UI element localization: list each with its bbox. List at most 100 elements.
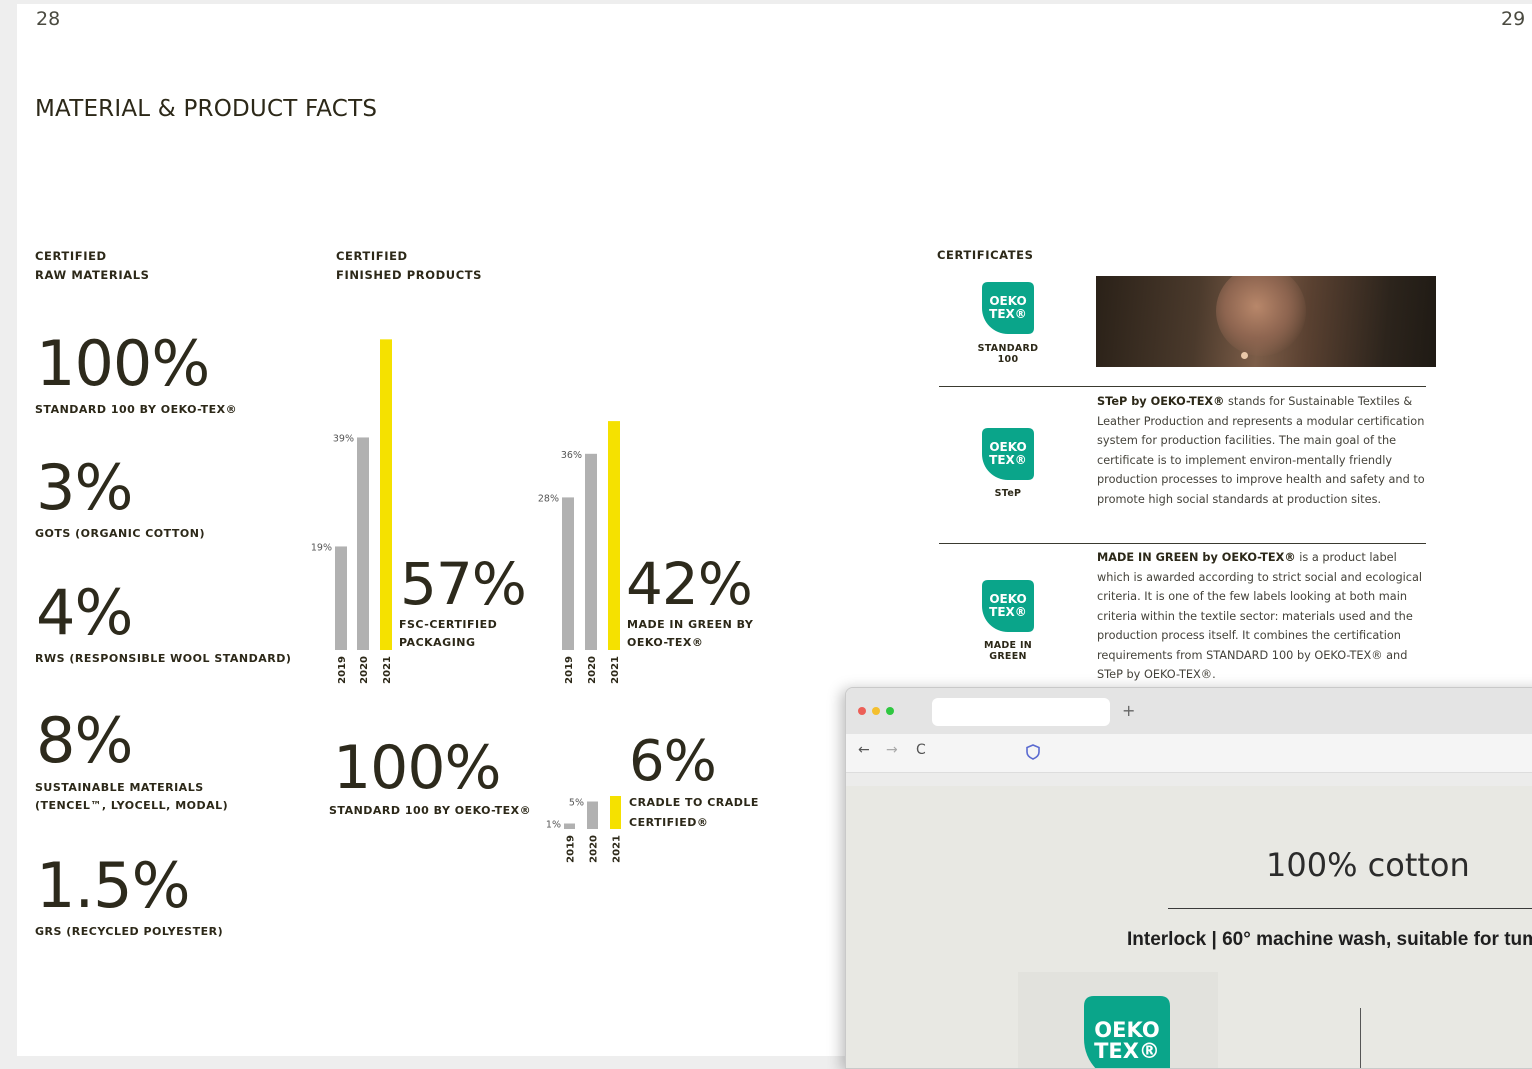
badge-text-tex: TEX®: [989, 453, 1027, 467]
cradle-to-cradle-chart: 1% 2019 5% 2020 2021: [546, 796, 623, 863]
browser-nav-bar: ← → C: [846, 734, 1532, 773]
raw-fact-3-label: RWS (RESPONSIBLE WOOL STANDARD): [35, 650, 291, 668]
page-number-left: 28: [36, 8, 61, 30]
bar-value-label: 5%: [569, 798, 584, 809]
mig-caption-line-2: GREEN: [989, 651, 1027, 662]
product-divider: [1360, 1008, 1361, 1068]
made-in-green-value: 42%: [626, 550, 753, 618]
c2c-label-line-1: CRADLE TO CRADLE: [629, 796, 759, 809]
bar-value-label: 1%: [546, 820, 561, 831]
product-badge-text-tex: TEX®: [1094, 1039, 1160, 1063]
fsc-label-line-2: PACKAGING: [399, 636, 476, 649]
cradle-to-cradle-label: CRADLE TO CRADLE CERTIFIED®: [629, 793, 759, 833]
oeko-tex-logo: OEKO TEX®: [1084, 996, 1170, 1068]
year-tick-label: 2020: [587, 656, 598, 684]
finished-heading-line-2: FINISHED PRODUCTS: [336, 268, 483, 282]
mig-label-line-1: MADE IN GREEN BY: [627, 618, 754, 631]
mig-text: is a product label which is awarded acco…: [1097, 551, 1423, 681]
close-window-button[interactable]: [858, 707, 866, 715]
bar-value-label: 28%: [538, 493, 559, 504]
ear-with-earring-photo: [1096, 276, 1436, 367]
certificates-heading: CERTIFICATES: [937, 248, 1034, 262]
std100-caption-line-1: STANDARD: [977, 343, 1039, 354]
mig-caption-line-1: MADE IN: [983, 640, 1033, 651]
bar-2019: [562, 497, 574, 650]
year-tick-label: 2019: [564, 656, 575, 684]
c2c-label-line-2: CERTIFIED®: [629, 816, 709, 829]
step-caption-line: STeP: [994, 488, 1022, 499]
step-description: STeP by OEKO-TEX® stands for Sustainable…: [1097, 392, 1429, 509]
oeko-tex-step-logo: OEKO TEX®: [982, 428, 1034, 480]
step-caption: STeP: [967, 488, 1049, 499]
year-tick-label: 2019: [337, 656, 348, 684]
raw-fact-5-label-line: GRS (RECYCLED POLYESTER): [35, 925, 224, 938]
certificate-divider-1: [939, 386, 1426, 387]
step-name: STeP by OEKO-TEX®: [1097, 395, 1225, 408]
bar-2019: [564, 823, 575, 829]
mig-label-line-2: OEKO-TEX®: [627, 636, 704, 649]
maximize-window-button[interactable]: [886, 707, 894, 715]
made-in-green-chart: 28% 2019 36% 2020 2021: [538, 421, 621, 684]
made-in-green-caption: MADE IN GREEN: [967, 640, 1049, 662]
minimize-window-button[interactable]: [872, 707, 880, 715]
badge-text-oeko: OEKO: [989, 294, 1026, 308]
bar-value-label: 39%: [333, 433, 354, 444]
year-tick-label: 2021: [610, 656, 621, 684]
bar-2021: [608, 421, 620, 650]
page-number-right: 29: [1501, 8, 1526, 30]
back-arrow-icon[interactable]: ←: [858, 742, 870, 758]
raw-fact-4-label: SUSTAINABLE MATERIALS (TENCEL™, LYOCELL,…: [35, 779, 228, 815]
raw-fact-2-label-line: GOTS (ORGANIC COTTON): [35, 527, 205, 540]
browser-tab[interactable]: [932, 698, 1110, 726]
raw-fact-3-label-line: RWS (RESPONSIBLE WOOL STANDARD): [35, 652, 292, 665]
raw-fact-4-label-line-1: SUSTAINABLE MATERIALS: [35, 781, 204, 794]
year-tick-label: 2020: [589, 835, 600, 863]
year-tick-label: 2021: [382, 656, 393, 684]
made-in-green-description: MADE IN GREEN by OEKO-TEX® is a product …: [1097, 548, 1429, 685]
product-heading-rule: [1168, 908, 1532, 909]
made-in-green-label: MADE IN GREEN BY OEKO-TEX®: [627, 616, 753, 652]
badge-text-oeko: OEKO: [989, 592, 1026, 606]
badge-text-tex: TEX®: [989, 307, 1027, 321]
year-tick-label: 2019: [566, 835, 577, 863]
mig-name: MADE IN GREEN by OEKO-TEX®: [1097, 551, 1296, 564]
raw-materials-heading: CERTIFIED RAW MATERIALS: [35, 247, 150, 285]
bar-value-label: 19%: [311, 542, 332, 553]
raw-fact-4-value: 8%: [36, 704, 133, 777]
earring-shape: [1241, 352, 1248, 359]
forward-arrow-icon[interactable]: →: [886, 742, 898, 758]
finished-products-heading: CERTIFIED FINISHED PRODUCTS: [336, 247, 482, 285]
shield-icon[interactable]: [1026, 744, 1040, 760]
bar-2019: [335, 546, 347, 650]
oeko-tex-standard-100-logo: OEKO TEX®: [982, 282, 1034, 334]
page-title: MATERIAL & PRODUCT FACTS: [35, 96, 378, 122]
std100-caption-line-2: 100: [997, 354, 1019, 365]
ear-shape: [1216, 276, 1306, 356]
badge-text-oeko: OEKO: [989, 440, 1026, 454]
product-care-info: Interlock | 60° machine wash, suitable f…: [1127, 929, 1532, 950]
bar-value-label: 36%: [561, 450, 582, 461]
raw-fact-1-value: 100%: [36, 327, 210, 400]
new-tab-button[interactable]: +: [1122, 701, 1135, 720]
fsc-label: FSC-CERTIFIED PACKAGING: [399, 616, 497, 652]
finished-heading-line-1: CERTIFIED: [336, 249, 408, 263]
finished-standard-100-label: STANDARD 100 BY OEKO-TEX®: [329, 802, 531, 820]
product-certificate-card: OEKO TEX®: [1018, 972, 1218, 1068]
bar-2021: [380, 339, 392, 650]
year-tick-label: 2020: [359, 656, 370, 684]
finished-std100-label-line: STANDARD 100 BY OEKO-TEX®: [329, 804, 532, 817]
raw-fact-3-value: 4%: [36, 576, 133, 649]
raw-fact-5-label: GRS (RECYCLED POLYESTER): [35, 923, 223, 941]
fsc-value: 57%: [400, 550, 527, 618]
raw-heading-line-2: RAW MATERIALS: [35, 268, 150, 282]
certificate-divider-2: [939, 543, 1426, 544]
finished-standard-100-value: 100%: [333, 733, 502, 803]
bar-2021: [610, 796, 621, 829]
reload-icon[interactable]: C: [916, 742, 926, 758]
year-tick-label: 2021: [612, 835, 623, 863]
raw-fact-2-label: GOTS (ORGANIC COTTON): [35, 525, 205, 543]
standard-100-caption: STANDARD 100: [967, 343, 1049, 365]
raw-fact-5-value: 1.5%: [36, 849, 191, 922]
step-text: stands for Sustainable Textiles & Leathe…: [1097, 395, 1425, 506]
fsc-label-line-1: FSC-CERTIFIED: [399, 618, 498, 631]
